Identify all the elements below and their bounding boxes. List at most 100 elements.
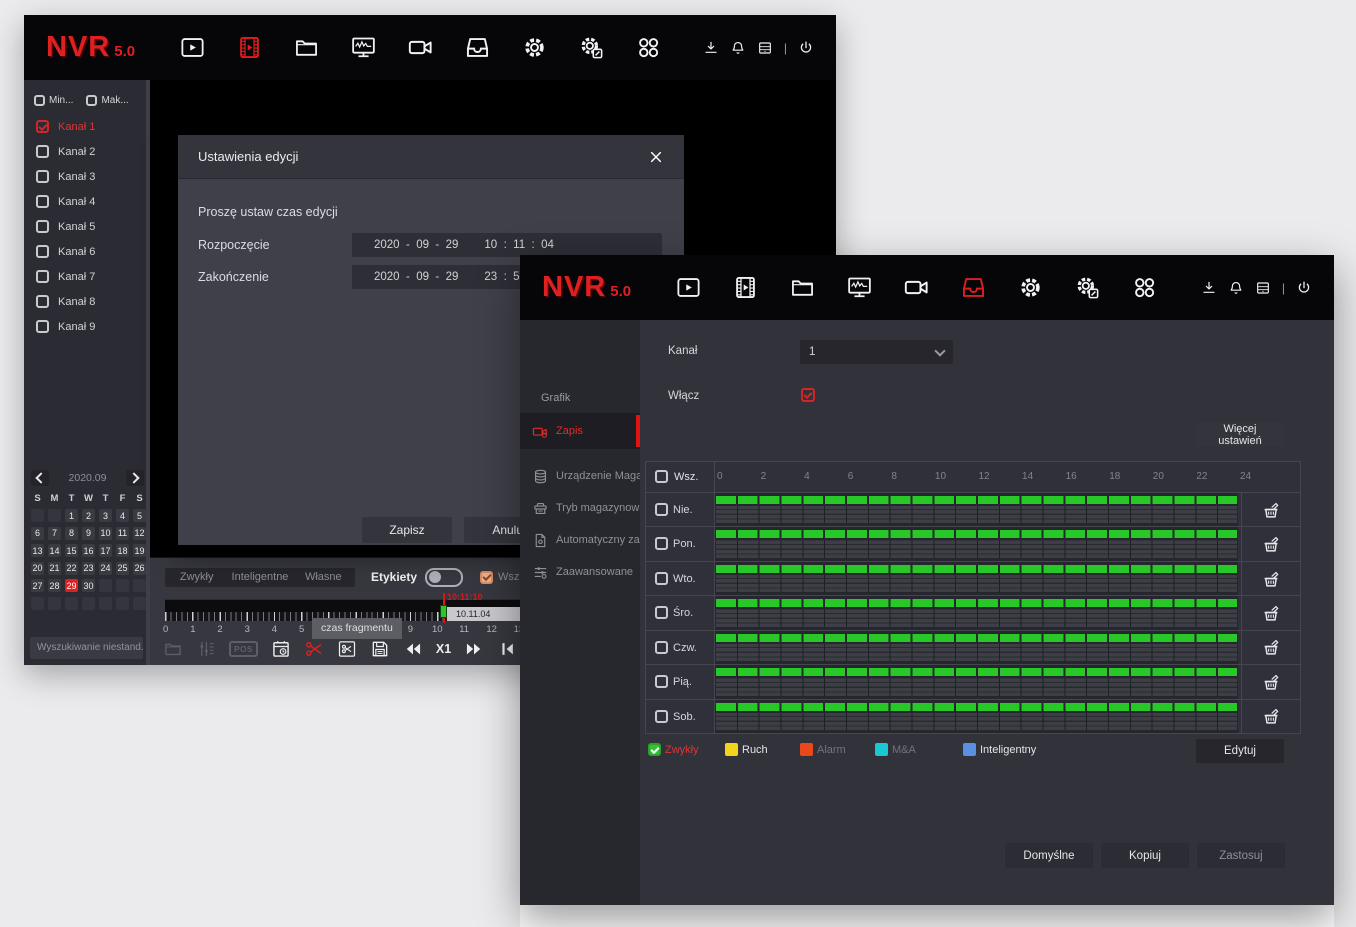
schedule-grid[interactable] bbox=[714, 493, 1238, 526]
cut-button[interactable] bbox=[304, 639, 324, 659]
wsz-option[interactable]: Wsz bbox=[480, 571, 519, 584]
sidebar-item-advanced[interactable]: Zaawansowane bbox=[520, 556, 640, 588]
sidebar-item-storage-device[interactable]: Urządzenie Magazyn... bbox=[520, 460, 640, 492]
calendar-day[interactable]: 14 bbox=[48, 544, 61, 557]
calendar-day[interactable]: 9 bbox=[82, 527, 95, 540]
edit-button[interactable]: Edytuj bbox=[1196, 739, 1284, 763]
settings-icon[interactable] bbox=[1017, 274, 1044, 301]
calendar-day[interactable]: 8 bbox=[65, 527, 78, 540]
cut-range-button[interactable] bbox=[337, 639, 357, 659]
calendar-next-icon[interactable] bbox=[126, 470, 144, 486]
channel-select[interactable]: 1 bbox=[800, 340, 953, 364]
calendar-day[interactable]: 26 bbox=[133, 562, 146, 575]
display-icon[interactable] bbox=[350, 34, 377, 61]
calendar-day[interactable]: 1 bbox=[65, 509, 78, 522]
schedule-grid[interactable] bbox=[714, 562, 1238, 595]
day-checkbox[interactable] bbox=[655, 537, 668, 550]
calendar-day[interactable]: 22 bbox=[65, 562, 78, 575]
channel-item[interactable]: Kanał 2 bbox=[24, 139, 150, 164]
calendar-day[interactable]: 30 bbox=[82, 579, 95, 592]
channel-item[interactable]: Kanał 9 bbox=[24, 314, 150, 339]
playback-icon[interactable] bbox=[236, 34, 263, 61]
schedule-grid[interactable] bbox=[714, 665, 1238, 698]
save-clip-button[interactable] bbox=[370, 639, 390, 659]
calendar-day[interactable]: 16 bbox=[82, 544, 95, 557]
fragment-handle[interactable] bbox=[440, 605, 447, 618]
fast-forward-button[interactable] bbox=[464, 639, 484, 659]
mak-checkbox[interactable] bbox=[86, 95, 97, 106]
calendar-day[interactable]: 28 bbox=[48, 579, 61, 592]
calendar-day[interactable]: 10 bbox=[99, 527, 112, 540]
close-icon[interactable] bbox=[648, 149, 664, 165]
preview-icon[interactable] bbox=[179, 34, 206, 61]
maintenance-icon[interactable] bbox=[1074, 274, 1101, 301]
channel-item[interactable]: Kanał 7 bbox=[24, 264, 150, 289]
edit-schedule-icon[interactable] bbox=[1241, 700, 1300, 733]
channel-checkbox[interactable] bbox=[36, 195, 49, 208]
calendar-day[interactable]: 18 bbox=[116, 544, 129, 557]
custom-search-button[interactable]: Wyszukiwanie niestand... bbox=[30, 637, 143, 659]
calendar-day[interactable]: 20 bbox=[31, 562, 44, 575]
apply-button[interactable]: Zastosuj bbox=[1197, 843, 1285, 868]
storage-icon[interactable] bbox=[464, 34, 491, 61]
speed-button[interactable]: X1 bbox=[436, 642, 451, 656]
calendar-day[interactable]: 5 bbox=[133, 509, 146, 522]
download-icon[interactable] bbox=[1201, 280, 1217, 296]
sidebar-item-auto-backup[interactable]: Automatyczny zapis ... bbox=[520, 524, 640, 556]
min-option[interactable]: Min... bbox=[34, 95, 73, 106]
wsz-checkbox[interactable] bbox=[480, 571, 493, 584]
apps-icon[interactable] bbox=[1131, 274, 1158, 301]
edit-schedule-icon[interactable] bbox=[1241, 596, 1300, 629]
maintenance-icon[interactable] bbox=[578, 34, 605, 61]
day-checkbox[interactable] bbox=[655, 503, 668, 516]
prev-frame-button[interactable] bbox=[497, 639, 517, 659]
channel-item[interactable]: Kanał 5 bbox=[24, 214, 150, 239]
calendar-day[interactable]: 4 bbox=[116, 509, 129, 522]
day-checkbox[interactable] bbox=[655, 572, 668, 585]
edit-schedule-icon[interactable] bbox=[1241, 493, 1300, 526]
calendar-day[interactable]: 6 bbox=[31, 527, 44, 540]
playback-type-tab[interactable]: Inteligentne bbox=[228, 568, 291, 587]
power-icon[interactable] bbox=[798, 40, 814, 56]
channel-checkbox[interactable] bbox=[36, 145, 49, 158]
edit-schedule-icon[interactable] bbox=[1241, 631, 1300, 664]
channel-item[interactable]: Kanał 8 bbox=[24, 289, 150, 314]
schedule-grid[interactable] bbox=[714, 596, 1238, 629]
sidebar-item-storage-mode[interactable]: Tryb magazynowania bbox=[520, 492, 640, 524]
channel-item[interactable]: Kanał 1 bbox=[24, 114, 150, 139]
channel-item[interactable]: Kanał 4 bbox=[24, 189, 150, 214]
playback-type-tab[interactable]: Zwykły bbox=[165, 568, 228, 587]
calendar-day[interactable]: 11 bbox=[116, 527, 129, 540]
calendar-day[interactable]: 3 bbox=[99, 509, 112, 522]
file-manager-icon[interactable] bbox=[293, 34, 320, 61]
day-checkbox[interactable] bbox=[655, 641, 668, 654]
display-icon[interactable] bbox=[846, 274, 873, 301]
edit-schedule-icon[interactable] bbox=[1241, 665, 1300, 698]
legend-swatch[interactable] bbox=[648, 743, 661, 756]
labels-toggle[interactable] bbox=[425, 568, 463, 587]
mak-option[interactable]: Mak... bbox=[86, 95, 128, 106]
settings-icon[interactable] bbox=[521, 34, 548, 61]
channel-checkbox[interactable] bbox=[36, 295, 49, 308]
edit-schedule-icon[interactable] bbox=[1241, 527, 1300, 560]
calendar-day[interactable]: 27 bbox=[31, 579, 44, 592]
calendar-day[interactable]: 29 bbox=[65, 579, 78, 592]
schedule-grid[interactable] bbox=[714, 631, 1238, 664]
channel-checkbox[interactable] bbox=[36, 170, 49, 183]
schedule-edit-button[interactable] bbox=[271, 639, 291, 659]
calendar-prev-icon[interactable] bbox=[31, 470, 49, 486]
schedule-grid[interactable] bbox=[714, 527, 1238, 560]
copy-button[interactable]: Kopiuj bbox=[1101, 843, 1189, 868]
alarm-icon[interactable] bbox=[730, 40, 746, 56]
download-icon[interactable] bbox=[703, 40, 719, 56]
playback-icon[interactable] bbox=[732, 274, 759, 301]
preview-icon[interactable] bbox=[675, 274, 702, 301]
file-manager-icon[interactable] bbox=[789, 274, 816, 301]
channel-checkbox[interactable] bbox=[36, 245, 49, 258]
channel-item[interactable]: Kanał 3 bbox=[24, 164, 150, 189]
apps-icon[interactable] bbox=[635, 34, 662, 61]
schedule-grid[interactable] bbox=[714, 700, 1238, 733]
day-checkbox[interactable] bbox=[655, 710, 668, 723]
edit-schedule-icon[interactable] bbox=[1241, 562, 1300, 595]
alarm-icon[interactable] bbox=[1228, 280, 1244, 296]
